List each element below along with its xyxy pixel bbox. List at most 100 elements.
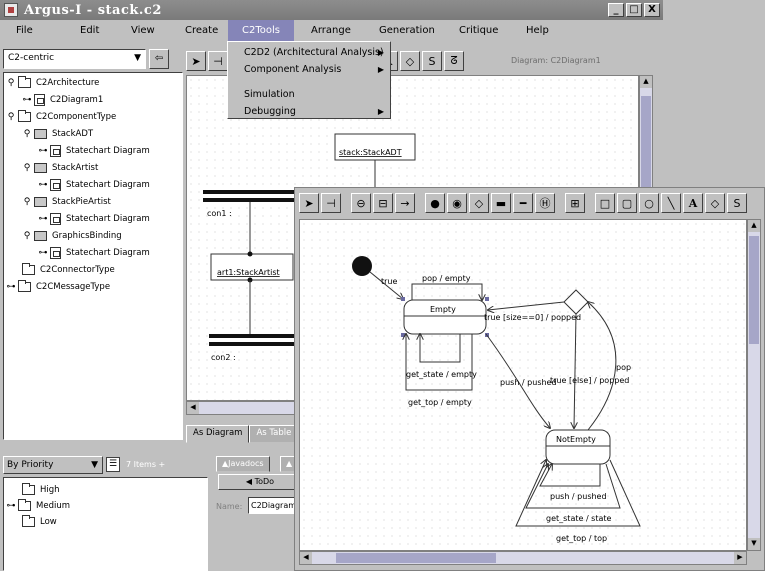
menu-item-simulation[interactable]: Simulation — [228, 86, 390, 103]
maximize-button[interactable]: □ — [626, 3, 642, 17]
tree-item[interactable]: ⊶ C2Diagram1 — [22, 92, 103, 108]
polygon-icon[interactable]: ◇ — [400, 51, 420, 71]
history-icon[interactable]: Ⓗ — [535, 193, 555, 213]
tab-javadocs[interactable]: ▲Javadocs — [216, 456, 270, 472]
todo-item-low[interactable]: Low — [22, 514, 57, 530]
selection-handle[interactable] — [401, 297, 405, 301]
expand-pin-icon[interactable]: ⚲ — [6, 112, 16, 122]
expand-pin-icon[interactable]: ⚲ — [22, 163, 32, 173]
branch-diamond[interactable] — [563, 289, 589, 315]
todo-item-medium[interactable]: ⊶ Medium — [6, 498, 70, 514]
menu-item-c2d2[interactable]: C2D2 (Architectural Analysis) ▶ — [228, 44, 390, 61]
select-arrow-icon[interactable]: ➤ — [299, 193, 319, 213]
menu-critique[interactable]: Critique — [459, 25, 498, 36]
close-button[interactable]: X — [644, 3, 660, 17]
menu-item-debugging[interactable]: Debugging ▶ — [228, 103, 390, 120]
tree-item[interactable]: ⊶ Statechart Diagram — [38, 177, 150, 193]
menu-view[interactable]: View — [131, 25, 155, 36]
todo-item-high[interactable]: High — [22, 482, 60, 498]
menu-arrange[interactable]: Arrange — [311, 25, 351, 36]
scroll-down-icon[interactable]: ▼ — [748, 538, 760, 550]
collapse-pin-icon[interactable]: ⊶ — [38, 180, 48, 190]
menu-edit[interactable]: Edit — [80, 25, 99, 36]
table-icon[interactable]: ⊞ — [565, 193, 585, 213]
rounded-rect-icon[interactable]: ▢ — [617, 193, 637, 213]
join-icon[interactable]: ━ — [513, 193, 533, 213]
scroll-up-icon[interactable]: ▲ — [640, 76, 652, 88]
scroll-left-icon[interactable]: ◀ — [187, 402, 199, 414]
fork-icon[interactable]: ▬ — [491, 193, 511, 213]
polygon-icon[interactable]: ◇ — [705, 193, 725, 213]
transition-pop-empty[interactable] — [411, 283, 482, 300]
statechart-vertical-scrollbar[interactable]: ▲ ▼ — [747, 219, 761, 551]
rectangle-icon[interactable]: □ — [595, 193, 615, 213]
tree-item[interactable]: ⚲ C2ComponentType — [6, 109, 116, 125]
collapse-pin-icon[interactable]: ⊶ — [38, 214, 48, 224]
tree-item[interactable]: ⚲ StackArtist — [22, 160, 98, 176]
circle-icon[interactable]: ○ — [639, 193, 659, 213]
tree-item[interactable]: C2ConnectorType — [22, 262, 115, 278]
initial-state-icon[interactable]: ● — [425, 193, 445, 213]
connector-icon[interactable]: ⊣ — [321, 193, 341, 213]
selection-handle[interactable] — [401, 333, 405, 337]
menu-c2tools[interactable]: C2Tools — [228, 20, 294, 42]
perspective-select[interactable]: C2-centric ▼ — [3, 49, 146, 69]
expand-pin-icon[interactable]: ⚲ — [22, 129, 32, 139]
statechart-horizontal-scrollbar[interactable]: ◀ ▶ — [299, 551, 747, 565]
select-arrow-icon[interactable]: ➤ — [186, 51, 206, 71]
collapse-pin-icon[interactable]: ⊶ — [22, 95, 32, 105]
initial-state[interactable] — [352, 256, 372, 276]
list-icon[interactable]: ☰ — [106, 457, 120, 472]
transition-push-pushed-loop[interactable] — [539, 464, 601, 487]
branch-icon[interactable]: ◇ — [469, 193, 489, 213]
final-state-icon[interactable]: ◉ — [447, 193, 467, 213]
expand-pin-icon[interactable]: ⚲ — [22, 231, 32, 241]
con2-bus-bottom[interactable] — [209, 342, 299, 346]
tree-item[interactable]: ⚲ GraphicsBinding — [22, 228, 122, 244]
scroll-left-icon[interactable]: ◀ — [300, 552, 312, 564]
scrollbar-thumb[interactable] — [336, 553, 496, 563]
name-field[interactable]: C2Diagram1 — [248, 497, 298, 514]
collapse-pin-icon[interactable]: ⊶ — [38, 248, 48, 258]
tree-item[interactable]: ⊶ Statechart Diagram — [38, 211, 150, 227]
statechart-canvas[interactable]: true Empty pop / empty get_state / empty… — [299, 219, 747, 551]
title-bar[interactable]: Argus-I - stack.c2 — [0, 0, 663, 20]
menu-help[interactable]: Help — [526, 25, 549, 36]
back-arrow-icon[interactable]: ⇦ — [149, 49, 169, 69]
tree-item[interactable]: ⊶ Statechart Diagram — [38, 143, 150, 159]
transition-pop[interactable] — [588, 302, 617, 431]
transition-true-size[interactable] — [488, 301, 565, 310]
minimize-button[interactable]: _ — [608, 3, 624, 17]
scrollbar-thumb[interactable] — [749, 236, 759, 344]
connector-icon[interactable]: ⊣ — [208, 51, 228, 71]
todo-sort-select[interactable]: By Priority ▼ — [3, 456, 103, 474]
scroll-up-icon[interactable]: ▲ — [748, 220, 760, 232]
state-icon[interactable]: ⊖ — [351, 193, 371, 213]
menu-item-component-analysis[interactable]: Component Analysis ▶ — [228, 61, 390, 78]
composite-state-icon[interactable]: ⊟ — [373, 193, 393, 213]
tab-as-diagram[interactable]: As Diagram — [186, 425, 250, 443]
transition-icon[interactable]: → — [395, 193, 415, 213]
tree-item[interactable]: ⚲ StackPieArtist — [22, 194, 111, 210]
menu-file[interactable]: File — [16, 25, 33, 36]
menu-generation[interactable]: Generation — [379, 25, 435, 36]
spline-icon[interactable]: S — [727, 193, 747, 213]
menu-create[interactable]: Create — [185, 25, 218, 36]
ink-icon[interactable]: ᘔ — [444, 51, 464, 71]
spline-icon[interactable]: S — [422, 51, 442, 71]
todo-section-button[interactable]: ◀ ToDo — [218, 474, 302, 490]
line-icon[interactable]: ╲ — [661, 193, 681, 213]
tree-item[interactable]: ⊶ C2CMessageType — [6, 279, 110, 295]
collapse-pin-icon[interactable]: ⊶ — [6, 282, 16, 292]
transition-true-else[interactable] — [574, 313, 576, 428]
transition-get-state-empty[interactable] — [420, 334, 461, 363]
con2-bus-top[interactable] — [209, 334, 299, 338]
scroll-right-icon[interactable]: ▶ — [734, 552, 746, 564]
text-icon[interactable]: A — [683, 193, 703, 213]
expand-pin-icon[interactable]: ⚲ — [6, 78, 16, 88]
tab-as-table[interactable]: As Table — [249, 425, 299, 443]
tree-item[interactable]: ⚲ C2Architecture — [6, 75, 99, 91]
collapse-pin-icon[interactable]: ⊶ — [38, 146, 48, 156]
selection-handle[interactable] — [485, 297, 489, 301]
collapse-pin-icon[interactable]: ⊶ — [6, 501, 16, 511]
